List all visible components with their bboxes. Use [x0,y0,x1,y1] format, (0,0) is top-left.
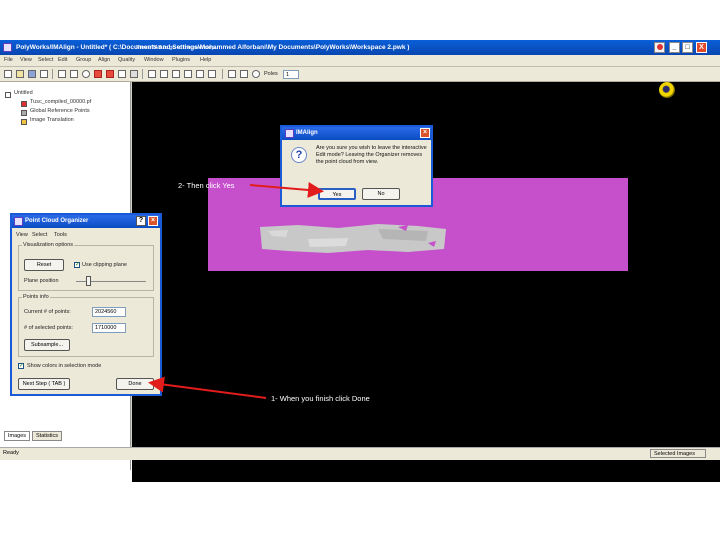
arrow-to-done [148,376,267,399]
annotation-arrows [148,182,324,399]
arrow-to-yes [249,182,324,198]
